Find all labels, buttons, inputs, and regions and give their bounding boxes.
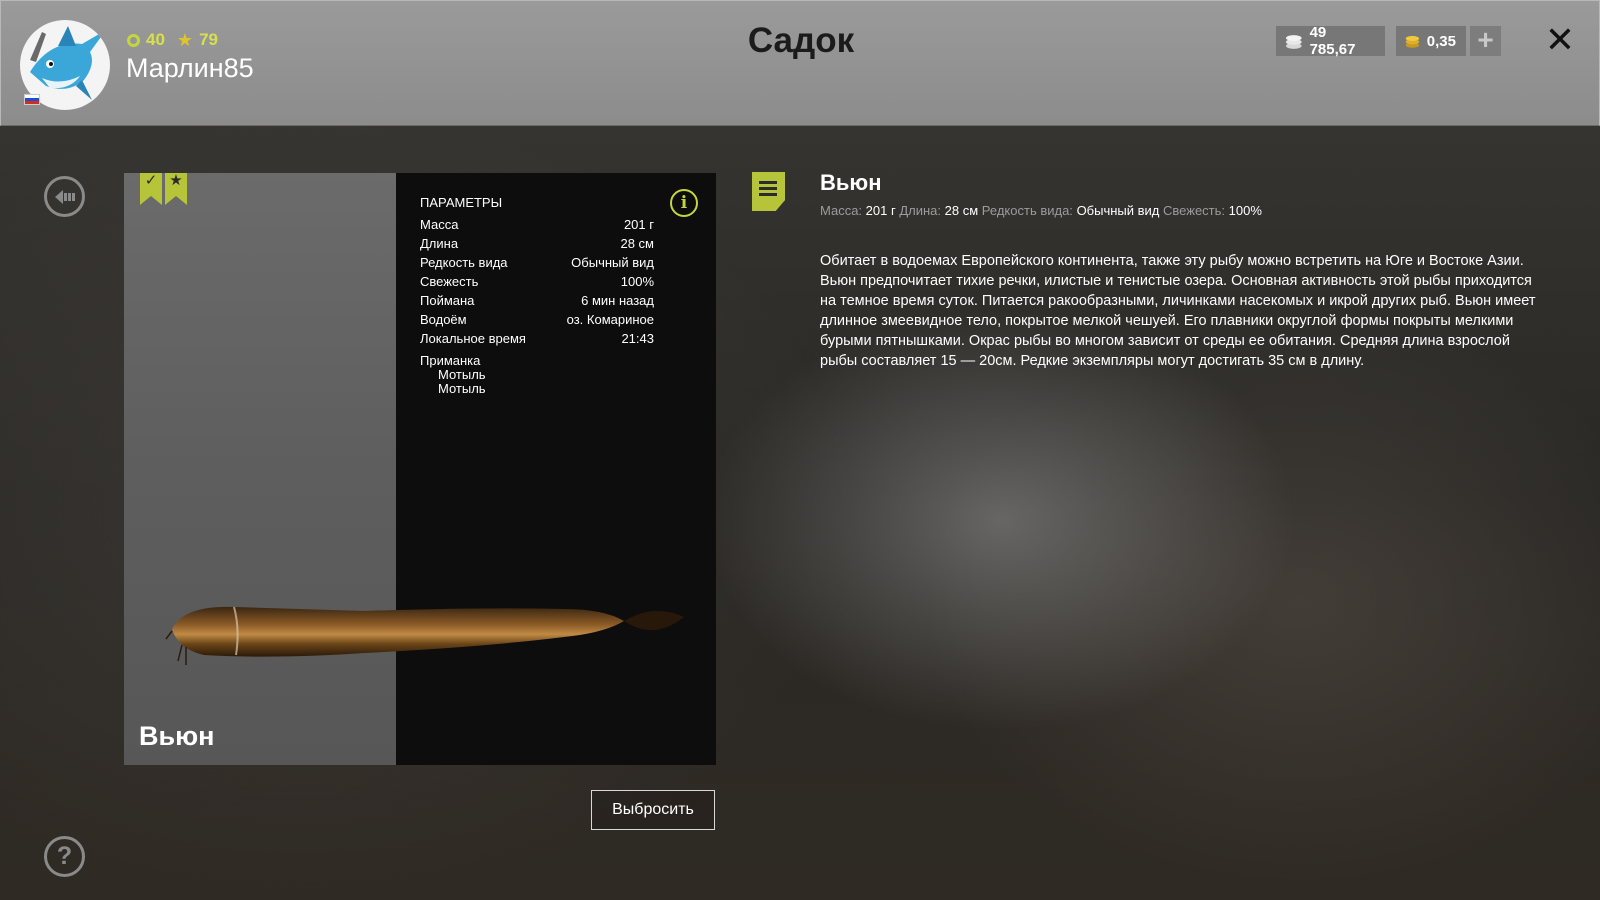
param-label: Длина	[420, 236, 459, 251]
param-row-water: Водоём оз. Комариное	[420, 312, 654, 331]
param-row-freshness: Свежесть 100%	[420, 274, 654, 293]
gold-coins-icon	[1405, 35, 1420, 48]
param-label: Редкость вида	[420, 255, 508, 270]
param-row-local-time: Локальное время 21:43	[420, 331, 654, 350]
question-icon: ?	[56, 842, 73, 870]
param-row-rarity: Редкость вида Обычный вид	[420, 255, 654, 274]
close-button[interactable]: ✕	[1544, 22, 1576, 58]
help-button[interactable]: ?	[44, 836, 85, 877]
gold-balance: 0,35	[1396, 26, 1466, 56]
param-value: 6 мин назад	[581, 293, 654, 308]
description-meta: Масса: 201 г Длина: 28 см Редкость вида:…	[820, 203, 1262, 218]
silver-balance: 49 785,67	[1276, 24, 1385, 58]
description-title: Вьюн	[820, 170, 882, 195]
gold-amount: 0,35	[1426, 32, 1456, 50]
param-label: Масса	[420, 217, 459, 232]
meta-freshness: 100%	[1228, 203, 1262, 218]
bait-item: Мотыль	[438, 367, 486, 382]
loach-fish-image	[165, 606, 684, 665]
param-row-length: Длина 28 см	[420, 236, 654, 255]
fish-card-name: Вьюн	[139, 721, 215, 751]
bait-item: Мотыль	[438, 381, 486, 396]
silver-amount: 49 785,67	[1309, 24, 1356, 58]
russia-flag-icon	[24, 94, 40, 105]
param-value: 100%	[620, 274, 654, 289]
discard-button[interactable]: Выбросить	[591, 790, 715, 830]
param-row-caught: Поймана 6 мин назад	[420, 293, 654, 312]
params-title: ПАРАМЕТРЫ	[420, 195, 503, 210]
fish-card: ✓ ★ Вьюн i ПАРАМЕТРЫ Масса 201 г Длина 2…	[124, 173, 716, 765]
param-value: 201 г	[623, 217, 654, 232]
param-label: Свежесть	[420, 274, 479, 289]
param-label: Водоём	[420, 312, 467, 327]
meta-length: 28 см	[944, 203, 979, 218]
description-note-icon	[752, 172, 785, 211]
param-label: Поймана	[420, 293, 475, 308]
close-icon: ✕	[1544, 19, 1576, 60]
description-text: Обитает в водоемах Европейского континен…	[820, 253, 1536, 369]
bait-label: Приманка	[420, 353, 481, 368]
param-value: оз. Комариное	[566, 312, 654, 327]
meta-rarity: Обычный вид	[1076, 203, 1160, 218]
param-value: Обычный вид	[571, 255, 654, 270]
meta-mass: 201 г	[865, 203, 896, 218]
param-row-mass: Масса 201 г	[420, 217, 654, 236]
back-arrow-icon	[54, 189, 75, 204]
plus-icon: +	[1477, 24, 1494, 55]
param-value: 28 см	[620, 236, 654, 251]
param-label: Локальное время	[420, 331, 526, 346]
top-bar: 40 ★ 79 Марлин85 Садок 49 785,67 0,35 + …	[0, 0, 1600, 126]
param-value: 21:43	[621, 331, 654, 346]
add-currency-button[interactable]: +	[1470, 26, 1501, 56]
back-button[interactable]	[44, 176, 85, 217]
silver-coins-icon	[1285, 35, 1302, 49]
info-icon[interactable]: i	[670, 189, 698, 217]
